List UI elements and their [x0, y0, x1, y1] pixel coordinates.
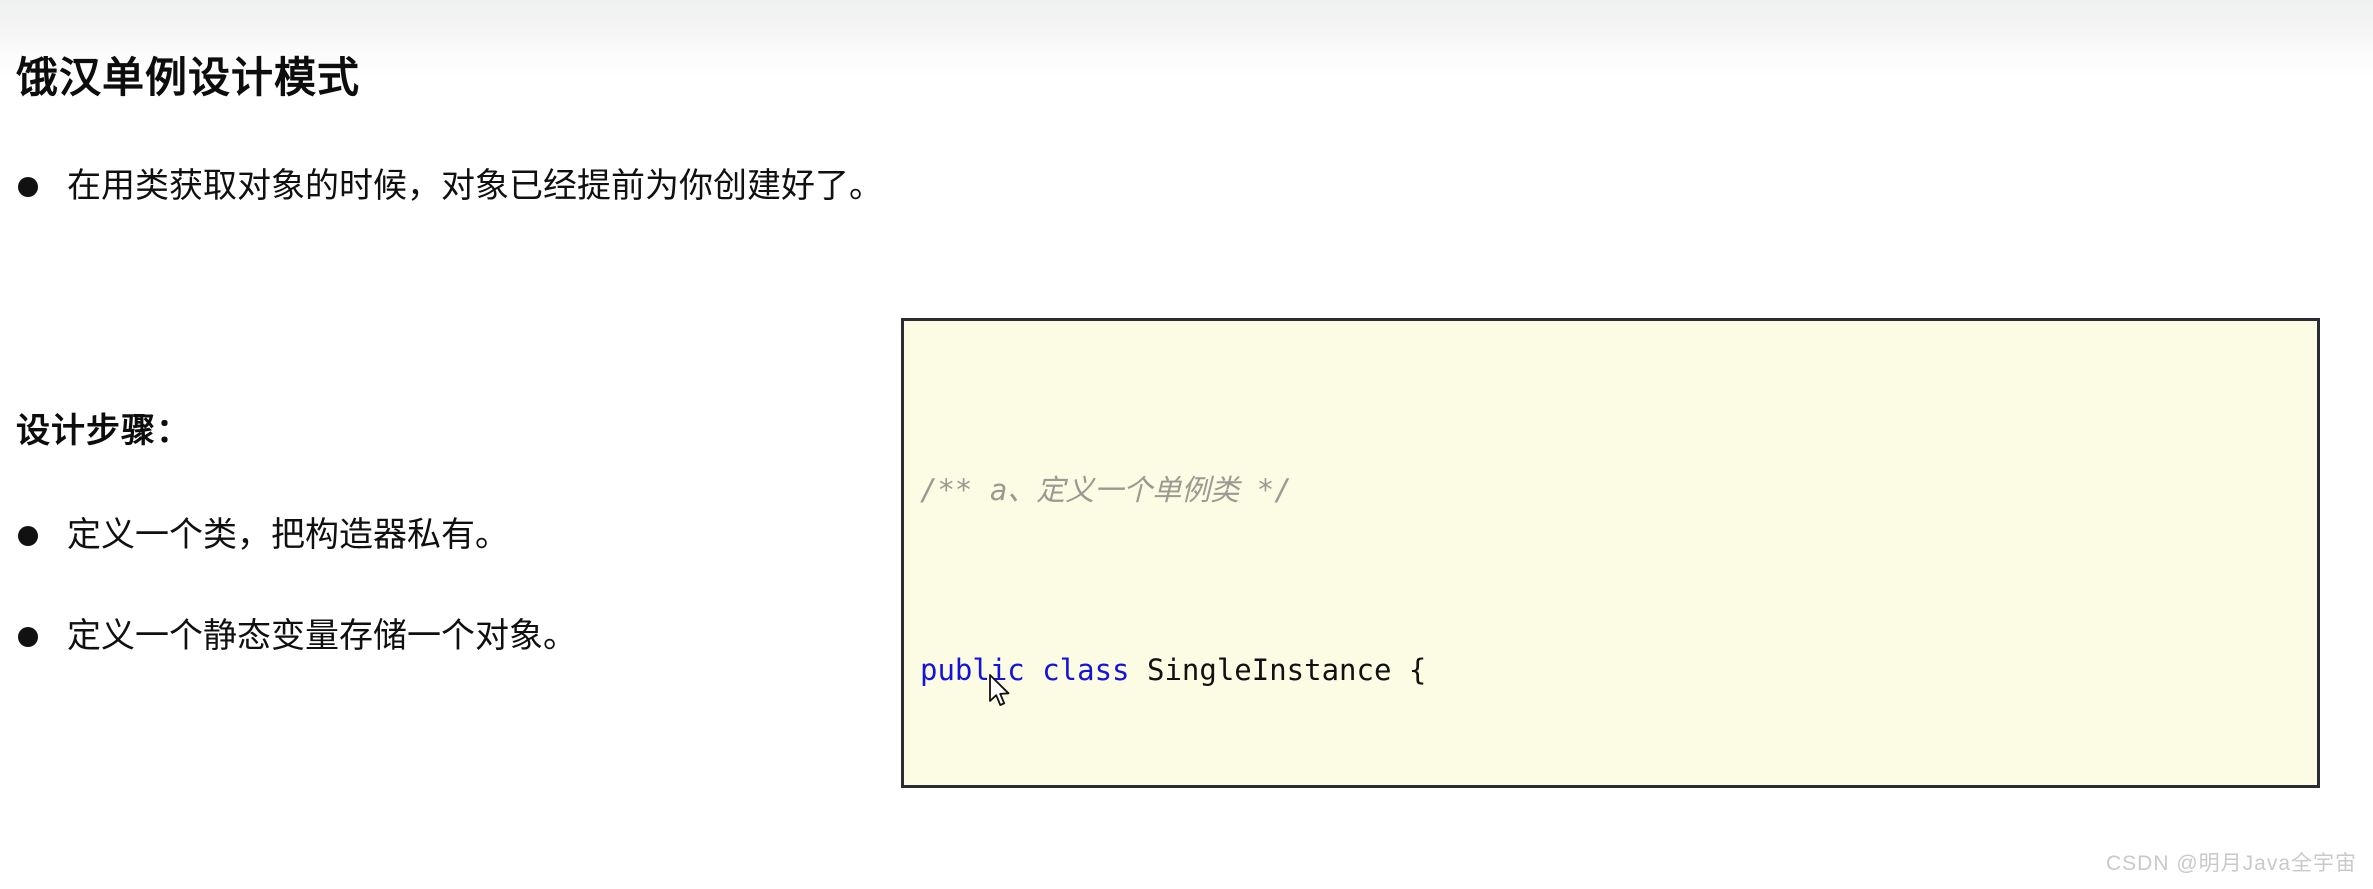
- bullet-dot-icon: [18, 176, 38, 197]
- code-comment: /** a、定义一个单例类 */: [920, 473, 1292, 507]
- bullet-dot-icon: [18, 525, 38, 546]
- page-title: 饿汉单例设计模式: [16, 54, 361, 101]
- watermark: CSDN @明月Java全宇宙: [2105, 852, 2357, 875]
- code-line: public class SingleInstance {: [920, 648, 2317, 693]
- list-item: 在用类获取对象的时候，对象已经提前为你创建好了。: [18, 167, 883, 205]
- code-classname: SingleInstance {: [1146, 653, 1427, 687]
- bullet-dot-icon: [18, 626, 38, 647]
- list-item: 定义一个类，把构造器私有。: [18, 516, 509, 554]
- list-item-label: 定义一个静态变量存储一个对象。: [67, 617, 577, 655]
- code-block[interactable]: /** a、定义一个单例类 */ public class SingleInst…: [901, 318, 2320, 788]
- list-item-label: 在用类获取对象的时候，对象已经提前为你创建好了。: [67, 167, 883, 205]
- slide-canvas: 饿汉单例设计模式 在用类获取对象的时候，对象已经提前为你创建好了。 设计步骤： …: [0, 0, 2373, 889]
- section-title: 设计步骤：: [16, 412, 191, 450]
- list-item: 定义一个静态变量存储一个对象。: [18, 617, 577, 655]
- list-item-label: 定义一个类，把构造器私有。: [67, 516, 509, 554]
- code-line: /** a、定义一个单例类 */: [920, 468, 2317, 513]
- code-content: /** a、定义一个单例类 */ public class SingleInst…: [920, 333, 2317, 785]
- code-keyword: public class: [920, 653, 1147, 687]
